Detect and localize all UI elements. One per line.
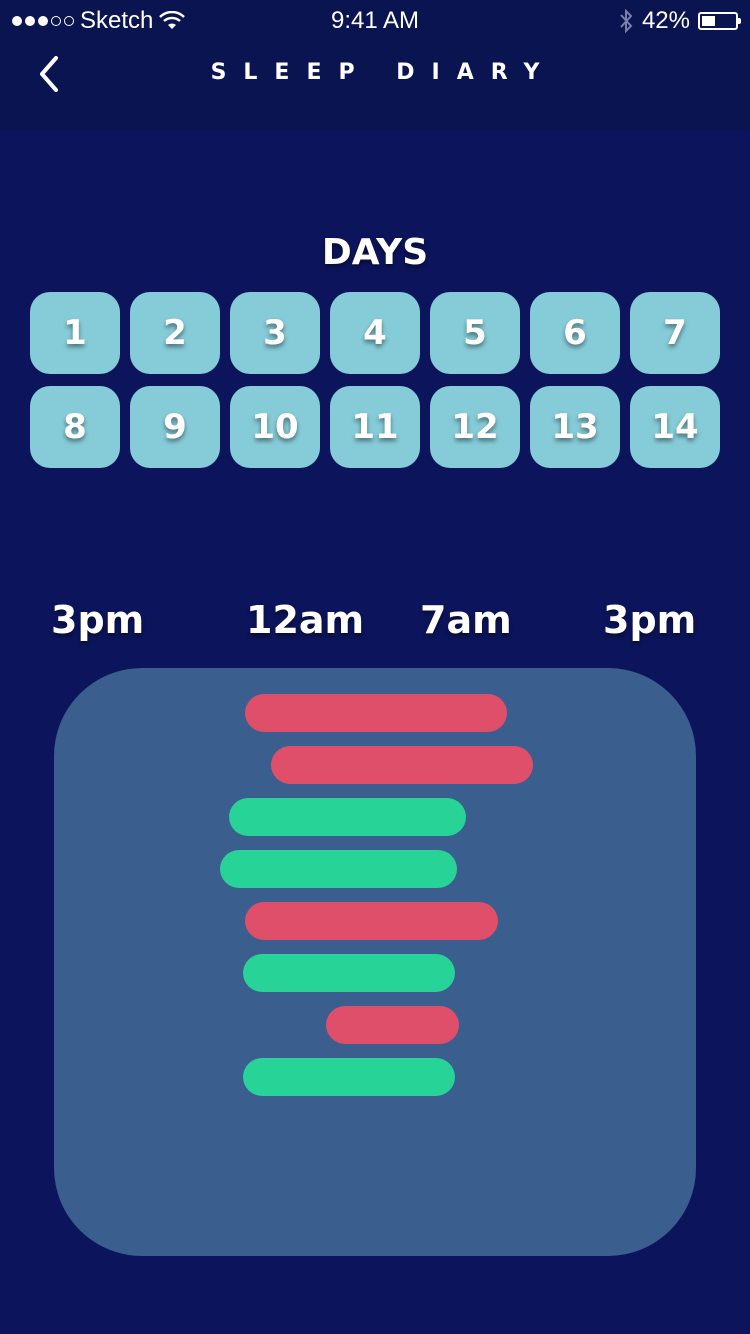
time-tick-label: 3pm	[51, 598, 145, 642]
status-bar: Sketch 9:41 AM 42%	[0, 0, 750, 40]
bluetooth-icon	[620, 8, 633, 34]
days-heading: DAYS	[321, 232, 429, 273]
day-button-10[interactable]: 10	[230, 386, 320, 468]
day-button-14[interactable]: 14	[630, 386, 720, 468]
day-button-11[interactable]: 11	[330, 386, 420, 468]
battery-icon	[698, 12, 741, 30]
sleep-bar-1	[245, 694, 507, 732]
sleep-bar-3	[229, 798, 466, 836]
day-button-3[interactable]: 3	[230, 292, 320, 374]
sleep-bar-5	[245, 902, 498, 940]
day-button-12[interactable]: 12	[430, 386, 520, 468]
day-button-8[interactable]: 8	[30, 386, 120, 468]
sleep-chart-panel	[54, 668, 696, 1256]
day-button-4[interactable]: 4	[330, 292, 420, 374]
sleep-bar-2	[271, 746, 533, 784]
day-button-13[interactable]: 13	[530, 386, 620, 468]
sleep-bar-6	[243, 954, 455, 992]
time-tick-label: 12am	[246, 598, 365, 642]
sleep-bar-8	[243, 1058, 455, 1096]
day-button-5[interactable]: 5	[430, 292, 520, 374]
days-grid: 1 2 3 4 5 6 7 8 9 10 11 12 13 14	[30, 292, 720, 468]
day-button-9[interactable]: 9	[130, 386, 220, 468]
time-tick-label: 7am	[420, 598, 512, 642]
sleep-bar-7	[326, 1006, 459, 1044]
time-tick-label: 3pm	[603, 598, 697, 642]
page-title: SLEEP DIARY	[210, 60, 557, 85]
day-button-2[interactable]: 2	[130, 292, 220, 374]
sleep-bar-4	[220, 850, 457, 888]
battery-percentage: 42%	[641, 7, 690, 34]
day-button-1[interactable]: 1	[30, 292, 120, 374]
day-button-6[interactable]: 6	[530, 292, 620, 374]
day-button-7[interactable]: 7	[630, 292, 720, 374]
